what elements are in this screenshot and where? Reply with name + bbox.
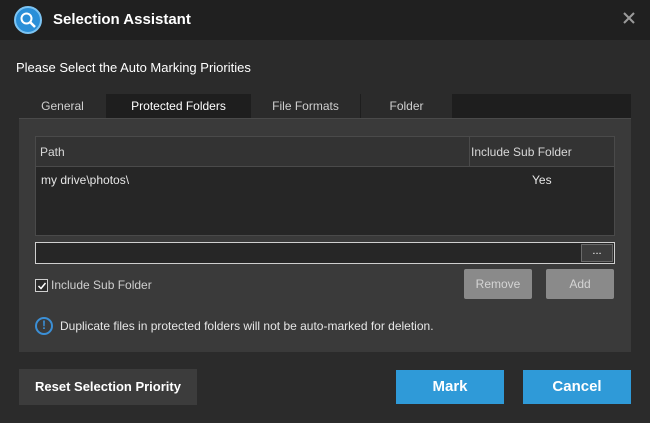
table-row[interactable]: my drive\photos\ Yes <box>36 167 614 189</box>
folder-path-input[interactable] <box>35 242 615 264</box>
protected-folders-table: Path Include Sub Folder my drive\photos\… <box>35 136 615 236</box>
include-sub-folder-checkbox[interactable]: Include Sub Folder <box>35 277 152 293</box>
cancel-button[interactable]: Cancel <box>523 370 631 404</box>
column-divider <box>469 137 470 167</box>
column-header-path[interactable]: Path <box>40 145 65 159</box>
reset-selection-priority-button[interactable]: Reset Selection Priority <box>19 369 197 405</box>
cell-include-sub-folder: Yes <box>532 173 552 187</box>
cell-path: my drive\photos\ <box>41 173 130 187</box>
remove-button[interactable]: Remove <box>464 269 532 299</box>
tab-folder[interactable]: Folder <box>361 94 453 118</box>
settings-panel: General Protected Folders File Formats F… <box>19 94 631 352</box>
checkbox-checked-icon[interactable] <box>35 278 48 292</box>
close-icon[interactable] <box>620 9 638 27</box>
info-icon: ! <box>35 317 53 335</box>
include-sub-folder-label: Include Sub Folder <box>51 278 152 292</box>
mark-button[interactable]: Mark <box>396 370 504 404</box>
app-logo-icon <box>14 6 42 34</box>
tab-file-formats[interactable]: File Formats <box>251 94 361 118</box>
tab-bar: General Protected Folders File Formats F… <box>19 94 453 118</box>
tab-protected-folders[interactable]: Protected Folders <box>107 94 251 118</box>
browse-button[interactable]: ... <box>581 244 613 262</box>
tab-general[interactable]: General <box>19 94 107 118</box>
info-text: Duplicate files in protected folders wil… <box>60 319 434 333</box>
title-bar: Selection Assistant <box>0 0 650 40</box>
add-button[interactable]: Add <box>546 269 614 299</box>
dialog-subtitle: Please Select the Auto Marking Prioritie… <box>16 60 251 75</box>
info-message: ! Duplicate files in protected folders w… <box>35 317 434 335</box>
window-title: Selection Assistant <box>53 11 191 28</box>
column-header-include-sub-folder[interactable]: Include Sub Folder <box>471 145 572 159</box>
table-header: Path Include Sub Folder <box>36 137 614 167</box>
protected-folders-tab-content: Path Include Sub Folder my drive\photos\… <box>19 118 631 352</box>
